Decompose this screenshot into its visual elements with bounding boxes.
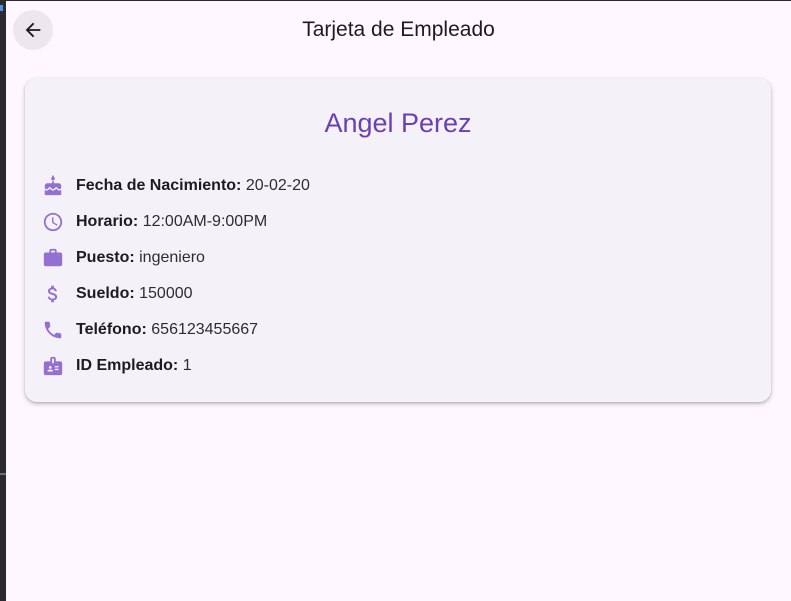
- detail-value: 1: [182, 357, 192, 374]
- detail-value: 656123455667: [151, 321, 259, 338]
- detail-value: ingeniero: [139, 249, 205, 266]
- employee-card: Angel Perez Fecha de Nacimiento: 20-02-2…: [25, 78, 771, 402]
- detail-row-phone: Teléfono: 656123455667: [41, 312, 741, 348]
- detail-label: Sueldo:: [76, 285, 135, 302]
- detail-row-schedule: Horario: 12:00AM-9:00PM: [41, 204, 741, 240]
- employee-name: Angel Perez: [324, 108, 472, 138]
- badge-icon: [42, 355, 64, 377]
- detail-row-employee-id: ID Empleado: 1: [41, 348, 741, 384]
- employee-details: Fecha de Nacimiento: 20-02-20 Horario: 1…: [41, 168, 741, 384]
- host-edge-marker: [0, 5, 3, 11]
- clock-icon: [42, 211, 64, 233]
- detail-row-position: Puesto: ingeniero: [41, 240, 741, 276]
- briefcase-icon: [42, 247, 64, 269]
- detail-label: Fecha de Nacimiento:: [76, 177, 242, 194]
- app-window: Tarjeta de Empleado Angel Perez Fecha de…: [6, 1, 791, 601]
- detail-label: Puesto:: [76, 249, 135, 266]
- app-bar: Tarjeta de Empleado: [6, 1, 791, 59]
- detail-label: Teléfono:: [76, 321, 147, 338]
- phone-icon: [42, 319, 64, 341]
- dollar-icon: [42, 283, 64, 305]
- detail-value: 12:00AM-9:00PM: [142, 213, 268, 230]
- detail-label: ID Empleado:: [76, 357, 179, 374]
- detail-row-birthdate: Fecha de Nacimiento: 20-02-20: [41, 168, 741, 204]
- detail-value: 20-02-20: [245, 177, 310, 194]
- detail-value: 150000: [139, 285, 193, 302]
- cake-icon: [42, 175, 64, 197]
- detail-label: Horario:: [76, 213, 139, 230]
- page-title: Tarjeta de Empleado: [302, 18, 495, 41]
- detail-row-salary: Sueldo: 150000: [41, 276, 741, 312]
